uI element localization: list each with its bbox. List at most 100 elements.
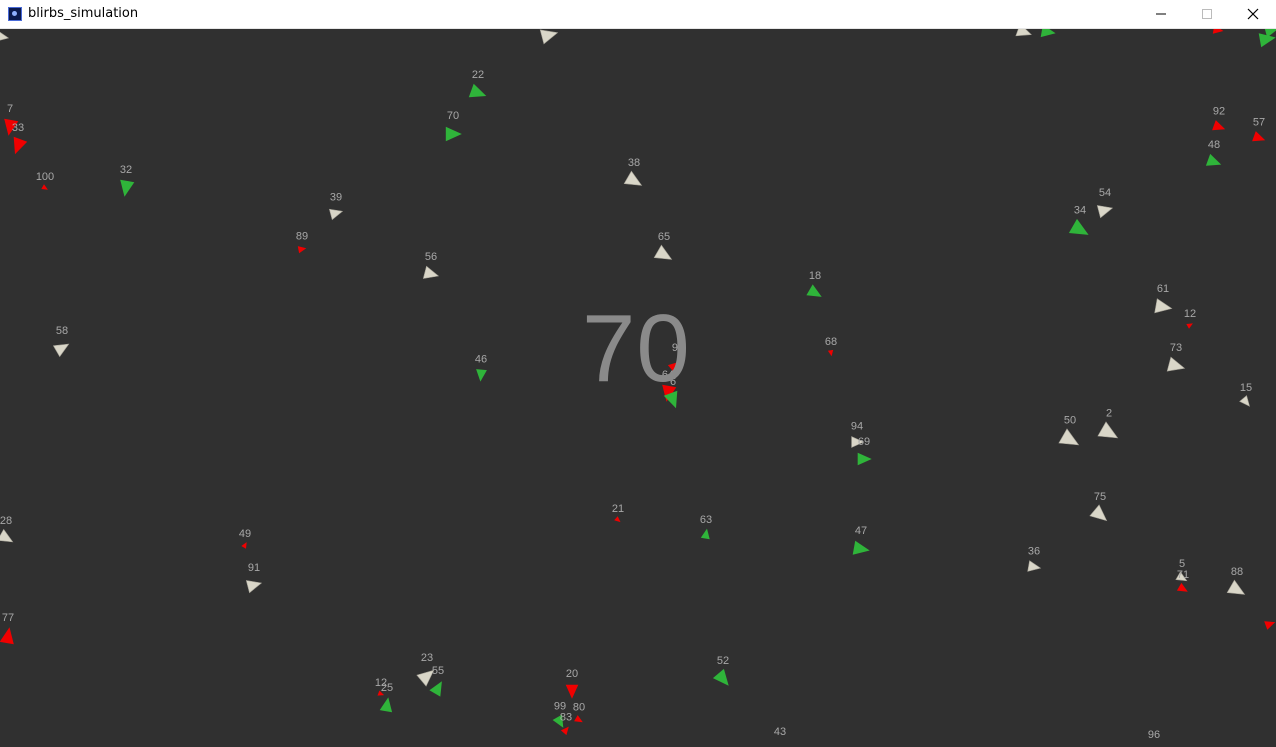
blirb-red: [0, 627, 14, 645]
blirb-red: [41, 184, 48, 190]
blirb-label: 92: [1213, 106, 1225, 118]
blirb-label: 100: [36, 171, 54, 183]
blirb-green: [857, 452, 872, 466]
minimize-button[interactable]: [1138, 0, 1184, 28]
blirb-red: [241, 542, 247, 549]
window-title: blirbs_simulation: [28, 6, 139, 21]
blirb-label: 68: [825, 336, 837, 348]
population-counter: 70: [582, 295, 691, 402]
blirb-label: 48: [1208, 139, 1220, 151]
blirb-label: 21: [612, 503, 624, 515]
blirb-white: [0, 31, 10, 41]
blirb-label: 23: [421, 652, 433, 664]
blirb-green: [476, 369, 487, 382]
blirb-green: [806, 284, 822, 297]
blirb-red: [297, 246, 307, 254]
blirb-label: 28: [0, 515, 12, 527]
blirb-label: 71: [1177, 569, 1189, 581]
blirb-white: [1015, 29, 1032, 37]
close-icon: [1247, 8, 1259, 20]
blirb-white: [1166, 356, 1186, 372]
blirb-label: 32: [120, 164, 132, 176]
blirb-white: [0, 528, 14, 543]
app-icon: [8, 7, 22, 21]
blirb-red: [1176, 582, 1188, 592]
blirb-label: 77: [2, 612, 14, 624]
blirb-label: 33: [12, 122, 24, 134]
blirb-label: 15: [1240, 382, 1252, 394]
blirb-label: 94: [851, 421, 863, 433]
blirb-label: 73: [1170, 342, 1182, 354]
blirb-white: [1097, 421, 1119, 439]
blirb-white: [1089, 504, 1108, 522]
blirb-white: [52, 343, 70, 358]
blirb-label: 96: [1148, 729, 1160, 741]
blirb-white: [623, 170, 643, 186]
blirb-red: [574, 715, 583, 723]
blirb-label: 39: [330, 192, 342, 204]
blirb-label: 38: [628, 157, 640, 169]
blirb-white: [539, 29, 559, 45]
blirb-red: [1252, 131, 1266, 142]
blirb-red: [13, 136, 28, 155]
blirb-label: 69: [858, 436, 870, 448]
blirb-red: [1264, 621, 1276, 630]
blirb-label: 50: [1064, 414, 1076, 426]
blirb-label: 80: [573, 701, 585, 713]
blirb-green: [445, 126, 462, 142]
blirb-white: [422, 265, 440, 279]
blirb-white: [1027, 560, 1042, 572]
blirb-label: 2: [1106, 407, 1112, 419]
blirb-label: 25: [381, 682, 393, 694]
blirb-label: 91: [248, 562, 260, 574]
blirb-label: 61: [1157, 283, 1169, 295]
blirb-label: 47: [855, 525, 867, 537]
blirb-label: 52: [717, 655, 729, 667]
blirb-green: [1068, 218, 1089, 235]
blirb-label: 88: [1231, 566, 1243, 578]
blirb-green: [120, 179, 135, 197]
blirb-white: [328, 208, 344, 221]
blirb-green: [852, 540, 870, 555]
blirb-label: 22: [472, 69, 484, 81]
blirb-white: [245, 580, 263, 594]
blirb-red: [560, 726, 569, 736]
blirb-label: 46: [475, 354, 487, 366]
blirb-green: [1205, 153, 1222, 166]
blirb-label: 55: [432, 665, 444, 677]
blirb-white: [1154, 298, 1173, 314]
blirb-white: [1058, 428, 1080, 446]
blirb-white: [653, 244, 673, 260]
blirb-label: 20: [566, 668, 578, 680]
blirb-white: [1096, 205, 1114, 219]
blirb-red: [614, 516, 621, 523]
maximize-icon: [1202, 9, 1212, 19]
blirb-red: [827, 349, 834, 357]
blirb-green: [712, 668, 729, 686]
blirb-label: 34: [1074, 204, 1086, 216]
minimize-icon: [1156, 13, 1166, 15]
blirb-green: [468, 83, 487, 98]
blirb-red: [1212, 120, 1226, 131]
blirb-white: [1226, 579, 1246, 595]
blirb-label: 56: [425, 251, 437, 263]
blirb-green: [1040, 29, 1056, 38]
simulation-canvas[interactable]: 7 33 100 32 22 70 39 89 56 58 46 38 65 18 68 95 64 6 94 69 2…: [0, 29, 1276, 747]
blirb-label: 83: [560, 711, 572, 723]
blirb-green: [700, 528, 710, 540]
blirb-label: 49: [239, 528, 251, 540]
blirb-label: 54: [1099, 187, 1111, 199]
blirb-red: [1212, 29, 1224, 34]
blirb-label: 63: [700, 514, 712, 526]
maximize-button[interactable]: [1184, 0, 1230, 28]
blirb-green: [429, 681, 442, 697]
blirb-label: 12: [1184, 308, 1196, 320]
blirb-red: [1186, 323, 1193, 329]
close-button[interactable]: [1230, 0, 1276, 28]
title-bar[interactable]: blirbs_simulation: [0, 0, 1276, 29]
blirb-label: 65: [658, 231, 670, 243]
blirb-label: 89: [296, 230, 308, 242]
blirb-label: 70: [447, 110, 459, 122]
blirb-label: 57: [1253, 117, 1265, 129]
blirb-green: [379, 697, 393, 713]
